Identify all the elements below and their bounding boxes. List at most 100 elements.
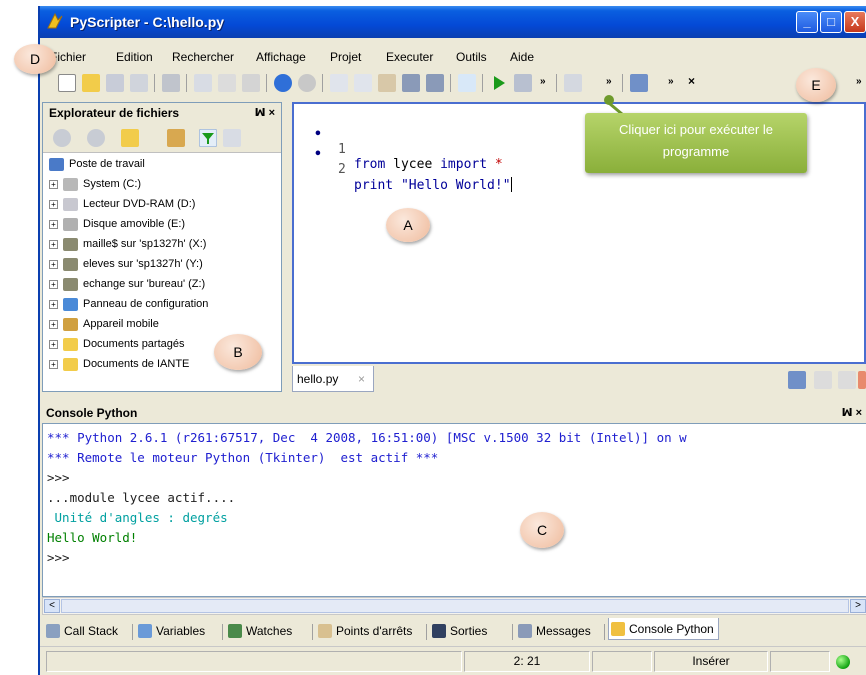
tab-close-all-icon[interactable] <box>858 371 866 389</box>
menu-item-outils[interactable]: Outils <box>456 50 487 64</box>
bottom-tab-sorties[interactable]: Sorties <box>430 620 491 642</box>
code-line[interactable]: • 1 from lycee import * <box>294 112 503 172</box>
tab-close-icon[interactable]: × <box>358 372 365 386</box>
messages-icon <box>518 624 532 638</box>
expand-icon[interactable]: + <box>49 360 58 369</box>
tree-view-icon[interactable] <box>167 129 185 147</box>
tree-item[interactable]: + Appareil mobile <box>43 315 281 335</box>
replace-icon[interactable] <box>378 74 396 92</box>
tab-list-icon[interactable] <box>788 371 806 389</box>
open-folder-icon[interactable] <box>82 74 100 92</box>
vertical-splitter[interactable] <box>282 102 292 392</box>
print-icon[interactable] <box>162 74 180 92</box>
find-next-icon[interactable] <box>354 74 372 92</box>
code-line[interactable]: • 2 print "Hello World!" <box>294 132 512 193</box>
favorites-icon[interactable] <box>223 129 241 147</box>
expand-icon[interactable]: + <box>49 260 58 269</box>
expand-icon[interactable]: + <box>49 340 58 349</box>
bottom-tab-messages[interactable]: Messages <box>516 620 595 642</box>
expand-icon[interactable]: + <box>49 280 58 289</box>
python-icon[interactable] <box>458 74 476 92</box>
scroll-right-button[interactable]: > <box>850 599 866 613</box>
file-explorer-pin-close[interactable]: ꟽ × <box>255 106 275 119</box>
find-icon[interactable] <box>330 74 348 92</box>
run-icon[interactable] <box>490 74 508 92</box>
tree-item[interactable]: Poste de travail <box>43 155 281 175</box>
callout-e: E <box>796 68 836 102</box>
bottom-tab-console-python[interactable]: Console Python <box>608 618 719 640</box>
filter-icon[interactable] <box>199 129 217 147</box>
new-file-icon[interactable] <box>58 74 76 92</box>
redo-icon[interactable] <box>298 74 316 92</box>
console-line: >>> <box>47 470 70 485</box>
expand-icon[interactable]: + <box>49 240 58 249</box>
tree-item[interactable]: + eleves sur 'sp1327h' (Y:) <box>43 255 281 275</box>
forward-icon[interactable] <box>87 129 105 147</box>
horizontal-scrollbar[interactable]: < > <box>42 597 866 615</box>
watches-icon <box>228 624 242 638</box>
menu-item-aide[interactable]: Aide <box>510 50 534 64</box>
cut-icon[interactable] <box>194 74 212 92</box>
brush-icon[interactable] <box>426 74 444 92</box>
menu-item-projet[interactable]: Projet <box>330 50 361 64</box>
expand-icon[interactable]: + <box>49 320 58 329</box>
console-line: ...module lycee actif.... <box>47 490 236 505</box>
python-console-output[interactable]: *** Python 2.6.1 (r261:67517, Dec 4 2008… <box>42 423 866 597</box>
main-toolbar: » » » × » <box>40 68 866 98</box>
save-all-icon[interactable] <box>130 74 148 92</box>
menu-item-executer[interactable]: Executer <box>386 50 433 64</box>
bottom-tab-call-stack[interactable]: Call Stack <box>44 620 122 642</box>
tree-item[interactable]: + Panneau de configuration <box>43 295 281 315</box>
tree-item[interactable]: + echange sur 'bureau' (Z:) <box>43 275 281 295</box>
bottom-tab-label: Watches <box>246 624 293 638</box>
scroll-left-button[interactable]: < <box>44 599 60 613</box>
folder-up-icon[interactable] <box>121 129 139 147</box>
editor-tab-bar: hello.py × <box>292 366 866 392</box>
save-icon[interactable] <box>106 74 124 92</box>
bottom-tab-variables[interactable]: Variables <box>136 620 209 642</box>
tree-item[interactable]: + Disque amovible (E:) <box>43 215 281 235</box>
menu-bar: Fichier Edition Rechercher Affichage Pro… <box>40 46 866 66</box>
tree-item[interactable]: + Lecteur DVD-RAM (D:) <box>43 195 281 215</box>
back-icon[interactable] <box>53 129 71 147</box>
expand-icon[interactable]: + <box>49 180 58 189</box>
back-arrow-icon[interactable] <box>564 74 582 92</box>
tab-split-icon[interactable] <box>814 371 832 389</box>
paste-icon[interactable] <box>242 74 260 92</box>
toolbar-overflow-4[interactable]: » <box>856 76 862 87</box>
toolbar-overflow-1[interactable]: » <box>540 76 546 87</box>
menu-item-rechercher[interactable]: Rechercher <box>172 50 234 64</box>
python-console-pin-close[interactable]: ꟽ × <box>842 406 862 419</box>
tree-item[interactable]: + maille$ sur 'sp1327h' (X:) <box>43 235 281 255</box>
tree-item[interactable]: + System (C:) <box>43 175 281 195</box>
menu-item-affichage[interactable]: Affichage <box>256 50 306 64</box>
hard-drive-icon <box>63 178 78 191</box>
dvd-drive-icon <box>63 198 78 211</box>
menu-item-edition[interactable]: Edition <box>116 50 153 64</box>
expand-icon[interactable]: + <box>49 220 58 229</box>
undo-icon[interactable] <box>274 74 292 92</box>
tab-hello-py[interactable]: hello.py × <box>292 366 374 392</box>
python-console-header: Console Python ꟽ × <box>40 403 866 423</box>
tab-duplicate-icon[interactable] <box>838 371 856 389</box>
tools-icon[interactable] <box>402 74 420 92</box>
tree-item-label: Documents de IANTE <box>83 358 190 370</box>
expand-icon[interactable]: + <box>49 200 58 209</box>
title-bar[interactable]: PyScripter - C:\hello.py _ □ X <box>40 6 866 38</box>
console-line: Hello World! <box>47 530 138 545</box>
expand-icon[interactable]: + <box>49 300 58 309</box>
debug-icon[interactable] <box>514 74 532 92</box>
tree-item-label: Documents partagés <box>83 338 185 350</box>
bottom-tab-points-d-arr-ts[interactable]: Points d'arrêts <box>316 620 416 642</box>
toolbar-close-icon[interactable]: × <box>688 74 695 88</box>
scroll-thumb[interactable] <box>61 599 849 613</box>
copy-icon[interactable] <box>218 74 236 92</box>
tree-item-label: Disque amovible (E:) <box>83 218 186 230</box>
view-layout-icon[interactable] <box>630 74 648 92</box>
toolbar-overflow-3[interactable]: » <box>668 76 674 87</box>
bottom-tab-watches[interactable]: Watches <box>226 620 296 642</box>
minimize-button[interactable]: _ <box>796 11 818 33</box>
maximize-button[interactable]: □ <box>820 11 842 33</box>
toolbar-overflow-2[interactable]: » <box>606 76 612 87</box>
close-button[interactable]: X <box>844 11 866 33</box>
